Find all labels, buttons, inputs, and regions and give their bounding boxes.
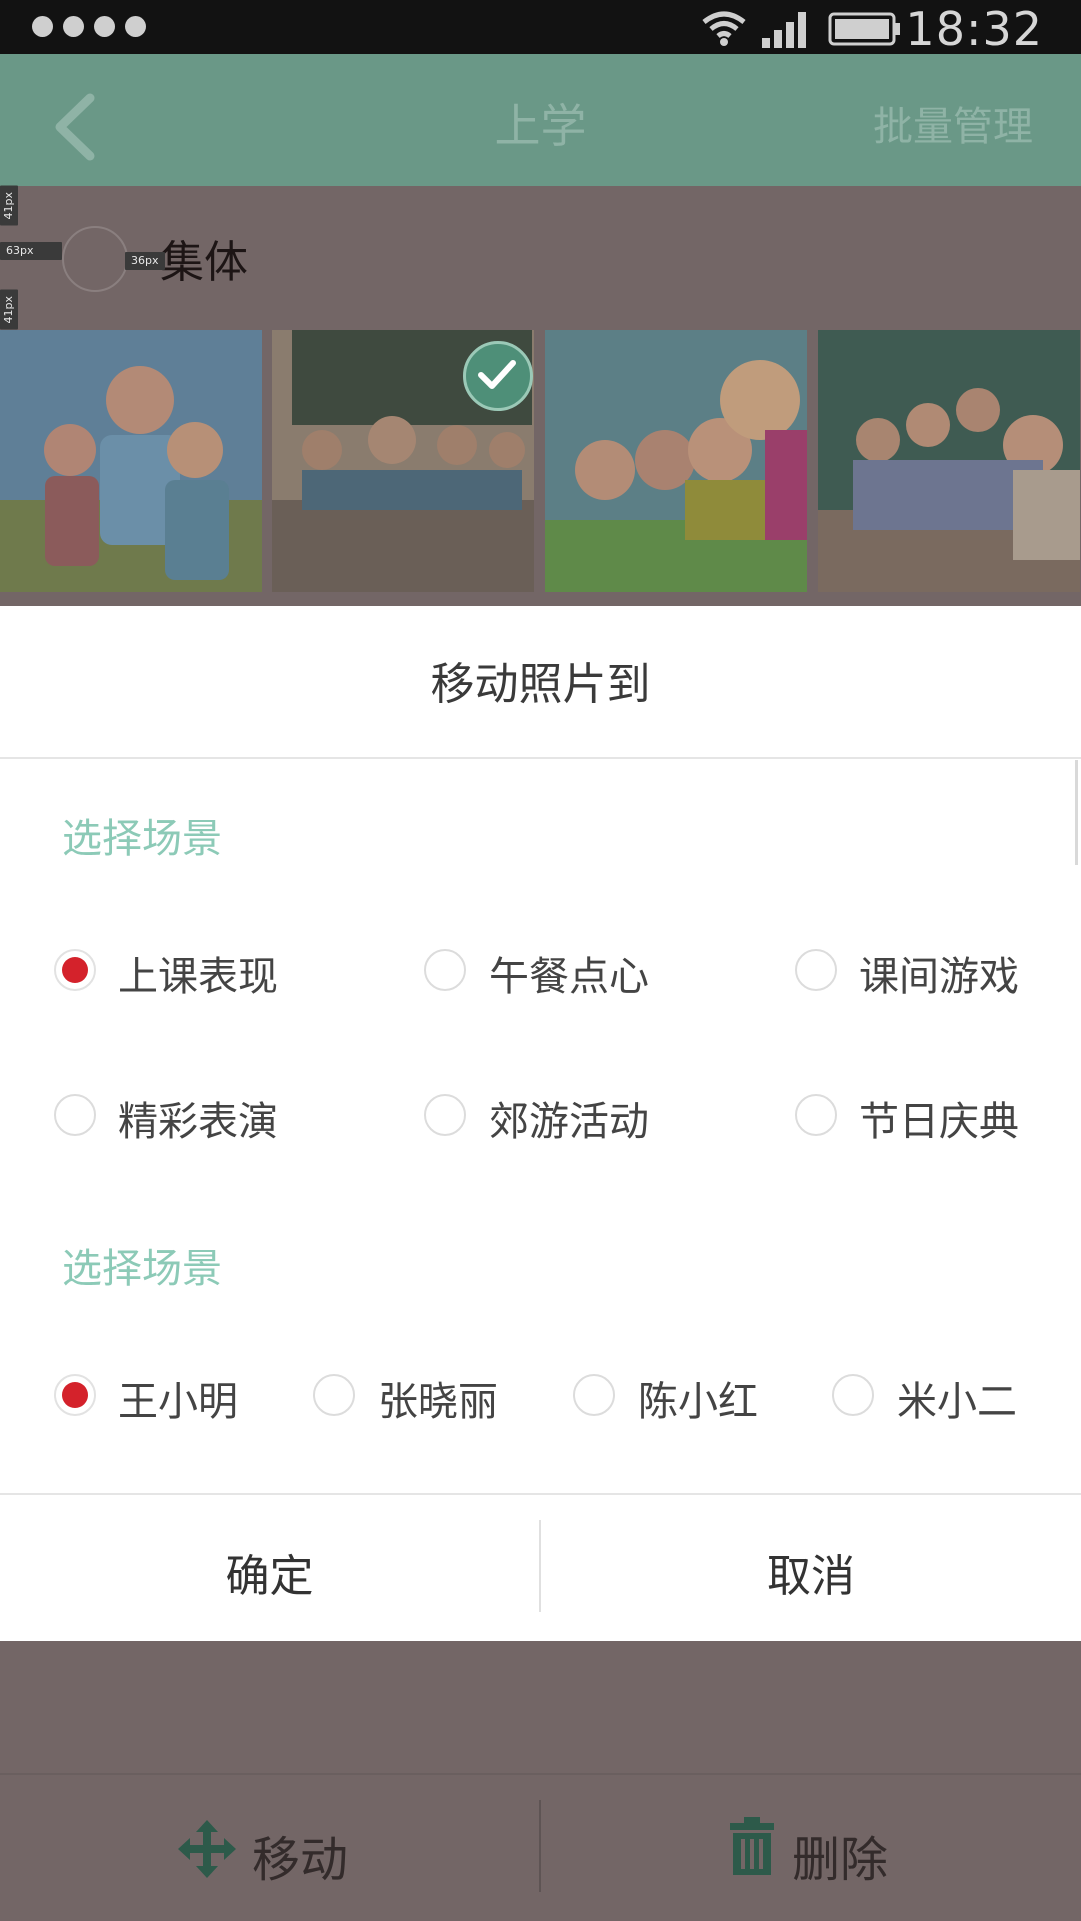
toolbar-separator bbox=[539, 1800, 541, 1892]
measure-tag: 36px bbox=[125, 252, 165, 270]
divider bbox=[0, 1773, 1081, 1775]
option-label[interactable]: 午餐点心 bbox=[489, 944, 649, 1002]
signal-icon bbox=[762, 12, 806, 48]
radio-person-3[interactable] bbox=[573, 1374, 615, 1416]
radio-person-2[interactable] bbox=[313, 1374, 355, 1416]
photo-thumbnail[interactable] bbox=[818, 330, 1080, 592]
measure-tag: 41px bbox=[0, 186, 18, 226]
photo-thumbnail[interactable] bbox=[545, 330, 807, 592]
signal-dots bbox=[32, 16, 146, 37]
divider bbox=[0, 1493, 1081, 1495]
option-label[interactable]: 张晓丽 bbox=[378, 1369, 498, 1427]
divider bbox=[0, 757, 1081, 759]
batch-manage-button[interactable]: 批量管理 bbox=[873, 94, 1033, 152]
radio-scene-class[interactable] bbox=[54, 949, 96, 991]
battery-icon bbox=[828, 12, 900, 46]
confirm-button[interactable]: 确定 bbox=[0, 1540, 539, 1604]
option-label[interactable]: 节日庆典 bbox=[859, 1089, 1019, 1147]
radio-person-4[interactable] bbox=[832, 1374, 874, 1416]
option-label[interactable]: 郊游活动 bbox=[489, 1089, 649, 1147]
scrollbar[interactable] bbox=[1075, 760, 1078, 865]
radio-scene-lunch[interactable] bbox=[424, 949, 466, 991]
option-label[interactable]: 米小二 bbox=[897, 1369, 1017, 1427]
option-label[interactable]: 陈小红 bbox=[638, 1369, 758, 1427]
photo-thumbnail[interactable] bbox=[0, 330, 262, 592]
radio-scene-recess[interactable] bbox=[795, 949, 837, 991]
scene-group-label: 选择场景 bbox=[62, 816, 222, 862]
radio-scene-performance[interactable] bbox=[54, 1094, 96, 1136]
measure-tag: 63px bbox=[0, 242, 62, 260]
move-button[interactable]: 移动 bbox=[252, 1820, 348, 1890]
radio-scene-festival[interactable] bbox=[795, 1094, 837, 1136]
option-label[interactable]: 课间游戏 bbox=[859, 944, 1019, 1002]
wifi-icon bbox=[702, 11, 746, 46]
avatar bbox=[62, 226, 128, 292]
delete-button[interactable]: 删除 bbox=[792, 1820, 888, 1890]
option-label[interactable]: 精彩表演 bbox=[118, 1089, 278, 1147]
section-title: 集体 bbox=[160, 237, 248, 288]
radio-person-1[interactable] bbox=[54, 1374, 96, 1416]
measure-tag: 41px bbox=[0, 290, 18, 330]
radio-scene-outing[interactable] bbox=[424, 1094, 466, 1136]
move-icon[interactable] bbox=[176, 1818, 238, 1880]
cancel-button[interactable]: 取消 bbox=[541, 1540, 1081, 1604]
trash-icon[interactable] bbox=[728, 1815, 776, 1877]
option-label[interactable]: 上课表现 bbox=[118, 944, 278, 1002]
scene-group-label: 选择场景 bbox=[62, 1246, 222, 1292]
status-time: 18:32 bbox=[905, 2, 1043, 56]
check-icon bbox=[463, 341, 533, 411]
option-label[interactable]: 王小明 bbox=[118, 1369, 238, 1427]
dialog-title: 移动照片到 bbox=[430, 659, 651, 710]
